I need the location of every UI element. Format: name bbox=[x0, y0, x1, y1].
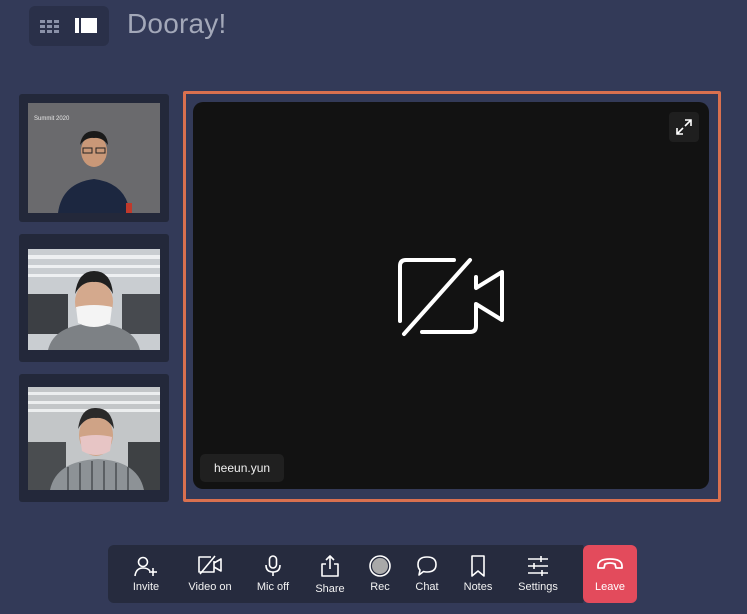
view-switch bbox=[29, 6, 109, 46]
participant-tile-2[interactable] bbox=[19, 234, 169, 362]
notes-label: Notes bbox=[463, 581, 493, 593]
expand-icon bbox=[669, 118, 699, 136]
sliders-icon bbox=[527, 555, 549, 577]
record-button[interactable]: Rec bbox=[362, 545, 398, 603]
leave-button[interactable]: Leave bbox=[583, 545, 637, 603]
participant-video-1: Summit 2020 bbox=[28, 103, 160, 213]
record-label: Rec bbox=[370, 581, 390, 593]
participant-video-2 bbox=[28, 249, 160, 350]
mic-off-button[interactable]: Mic off bbox=[251, 545, 295, 603]
invite-button[interactable]: Invite bbox=[122, 545, 170, 603]
invite-label: Invite bbox=[132, 581, 160, 593]
speaker-view-button[interactable] bbox=[69, 6, 109, 46]
share-button[interactable]: Share bbox=[310, 545, 350, 603]
grid-view-button[interactable] bbox=[29, 6, 69, 46]
camera-off-icon bbox=[398, 257, 506, 342]
expand-button[interactable] bbox=[669, 112, 699, 142]
meeting-toolbar: Invite Video on Mic off Share Rec Chat N… bbox=[108, 545, 593, 603]
share-label: Share bbox=[315, 583, 345, 595]
sign-text: Summit 2020 bbox=[34, 116, 70, 122]
record-icon bbox=[369, 555, 391, 577]
brand-logo: Dooray! bbox=[127, 8, 227, 39]
hang-up-icon bbox=[596, 557, 624, 573]
add-user-icon bbox=[134, 555, 158, 577]
mic-off-label: Mic off bbox=[256, 581, 290, 593]
settings-button[interactable]: Settings bbox=[512, 545, 564, 603]
video-off-icon bbox=[197, 555, 223, 575]
chat-label: Chat bbox=[415, 581, 439, 593]
participant-video-3 bbox=[28, 387, 160, 490]
share-icon bbox=[320, 555, 340, 577]
video-on-label: Video on bbox=[188, 581, 232, 593]
participant-tile-3[interactable] bbox=[19, 374, 169, 502]
participant-tile-1[interactable]: Summit 2020 bbox=[19, 94, 169, 222]
leave-label: Leave bbox=[595, 581, 625, 593]
notes-button[interactable]: Notes bbox=[457, 545, 499, 603]
bookmark-icon bbox=[470, 555, 486, 577]
microphone-icon bbox=[264, 555, 282, 577]
chat-icon bbox=[416, 555, 438, 577]
speaker-view-icon bbox=[69, 18, 109, 50]
grid-view-icon bbox=[29, 20, 69, 50]
main-video-stage[interactable]: heeun.yun bbox=[193, 102, 709, 489]
settings-label: Settings bbox=[518, 581, 558, 593]
video-on-button[interactable]: Video on bbox=[182, 545, 238, 603]
chat-button[interactable]: Chat bbox=[408, 545, 446, 603]
participant-name-tag: heeun.yun bbox=[200, 454, 285, 482]
